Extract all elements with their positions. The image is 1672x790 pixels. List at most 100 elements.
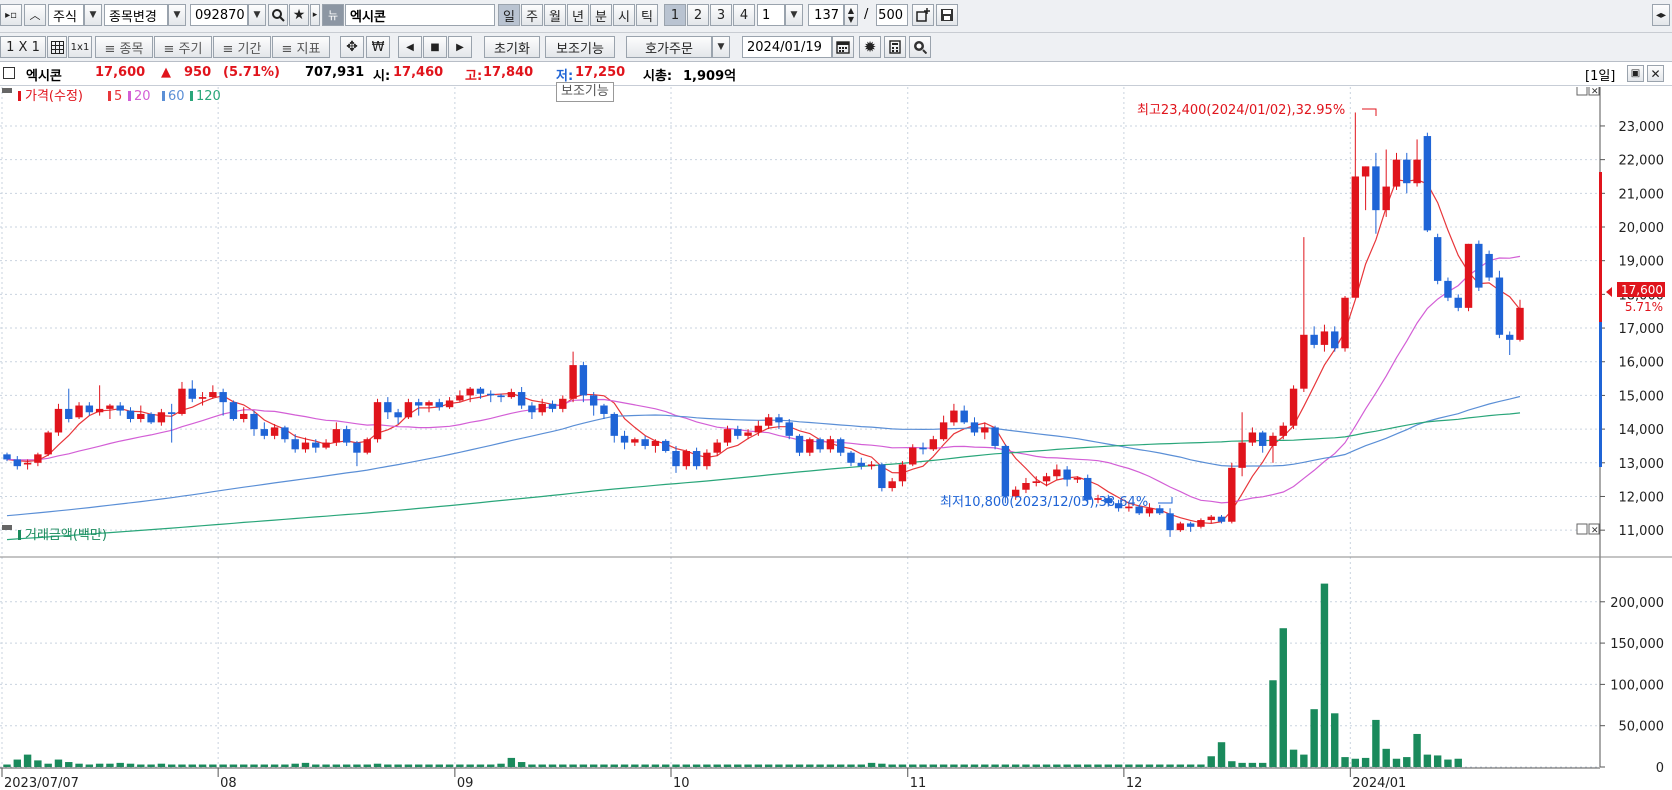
search-button[interactable] (268, 4, 288, 26)
total-count-field[interactable]: 500 (876, 4, 908, 26)
order-book-label: 호가주문 (645, 41, 693, 57)
move-tool-button[interactable]: ✥ (340, 36, 364, 58)
tab-period-minute-label: 분 (595, 9, 607, 25)
layout-button[interactable]: 1 X 1 (0, 36, 46, 58)
candle-body (960, 410, 968, 423)
candle-body (754, 425, 763, 433)
stock-code-input[interactable]: 092870 (190, 4, 248, 26)
volume-bar (517, 762, 526, 767)
candle-body (106, 405, 114, 409)
item-menu-button[interactable]: ≡ 종목 (95, 36, 153, 58)
save-button[interactable] (936, 4, 958, 26)
chart-canvas[interactable]: 가격(수정) 5 20 60 120 ✕ 최고23,400(2024/01/02… (0, 87, 1672, 790)
market-select[interactable]: 주식 (48, 4, 84, 26)
indicator-menu-button[interactable]: ≡ 지표 (272, 36, 330, 58)
volume-bar (1258, 762, 1267, 767)
single-layout-button[interactable]: 1x1 (68, 36, 92, 58)
stop-button[interactable]: ■ (423, 36, 447, 58)
multiplier-select[interactable]: 1 (757, 4, 785, 26)
collapse-button[interactable]: ︿ (24, 4, 46, 26)
count-spinner[interactable]: ▲ ▼ (844, 4, 858, 26)
price-panel-handle-icon[interactable] (2, 88, 12, 93)
candle-body (167, 412, 176, 414)
volume-axis: 200,000 150,000 100,000 50,000 0 (1600, 596, 1664, 776)
tab-multiplier-4[interactable]: 4 (733, 4, 755, 26)
candle-body (75, 405, 83, 418)
candle-body (466, 388, 474, 396)
select-checkbox[interactable] (3, 67, 15, 79)
zoom-button[interactable] (909, 36, 931, 58)
market-cap: 1,909억 (683, 69, 737, 84)
won-unit-button[interactable]: ₩ (366, 36, 390, 58)
tab-period-week[interactable]: 주 (521, 4, 543, 26)
favorite-menu-button[interactable]: ▸ (310, 4, 320, 26)
tab-multiplier-3[interactable]: 3 (710, 4, 732, 26)
candle-body (764, 417, 773, 426)
volume-bar (404, 764, 413, 767)
count-input[interactable]: 137 (808, 4, 844, 26)
price-panel-max-button[interactable] (1576, 87, 1588, 96)
legend-price-marker (18, 91, 21, 101)
calendar-button[interactable] (832, 36, 854, 58)
tab-multiplier-2[interactable]: 2 (687, 4, 709, 26)
news-button[interactable]: 뉴 (322, 4, 344, 26)
time-axis-label: 12 (1126, 776, 1143, 790)
scroll-left-button[interactable]: ◀ (398, 36, 422, 58)
period-menu-button[interactable]: ≡ 주기 (154, 36, 212, 58)
indicator-menu-label: ≡ 지표 (281, 41, 321, 57)
candle-body (1063, 469, 1071, 480)
volume-bar (137, 764, 145, 767)
candle-body (1351, 176, 1360, 298)
candle-body (116, 405, 124, 411)
scroll-right-button[interactable]: ▶ (448, 36, 472, 58)
tab-period-month[interactable]: 월 (544, 4, 566, 26)
candle-body (1331, 331, 1339, 349)
candle-body (414, 402, 423, 406)
candle-body (425, 402, 433, 406)
volume-bar (1217, 742, 1226, 767)
volume-bar (229, 764, 238, 767)
multiplier-dropdown-button[interactable]: ▼ (785, 4, 803, 26)
grid-layout-button[interactable] (47, 36, 67, 58)
price-axis-label: 15,000 (1619, 389, 1665, 404)
aux-function-button[interactable]: 보조기능 (545, 36, 615, 58)
tab-period-year[interactable]: 년 (567, 4, 589, 26)
candle-body (538, 403, 546, 413)
maximize-button[interactable]: ▣ (1627, 65, 1644, 82)
volume-bar (1403, 757, 1411, 767)
tab-period-day[interactable]: 일 (498, 4, 520, 26)
order-book-button[interactable]: 호가주문 (626, 36, 712, 58)
tab-multiplier-1[interactable]: 1 (664, 4, 686, 26)
candle-body (1176, 523, 1185, 531)
tab-period-minute[interactable]: 분 (590, 4, 612, 26)
volume-bar (775, 764, 783, 767)
candle-body (847, 452, 855, 463)
add-window-button[interactable] (912, 4, 934, 26)
window-side-button[interactable]: ◂▸ (1652, 4, 1670, 26)
candle-body (1022, 483, 1030, 490)
volume-panel-handle-icon[interactable] (2, 525, 12, 530)
favorite-button[interactable]: ★ (289, 4, 309, 26)
stock-code-dropdown-button[interactable]: ▼ (248, 4, 266, 26)
candle-body (579, 365, 588, 396)
period-tag: [1일] (1585, 69, 1616, 84)
order-dropdown-button[interactable]: ▼ (712, 36, 730, 58)
settings-button[interactable]: ✹ (859, 36, 881, 58)
range-menu-button[interactable]: ≡ 기간 (213, 36, 271, 58)
reset-button[interactable]: 초기화 (484, 36, 540, 58)
total-count-value: 500 (878, 7, 903, 23)
market-dropdown-button[interactable]: ▼ (84, 4, 102, 26)
date-input[interactable]: 2024/01/19 (742, 36, 832, 58)
volume-bar (65, 762, 73, 767)
panel-toggle-button[interactable]: ▸▫ (0, 4, 22, 26)
change-stock-select[interactable]: 종목변경 (104, 4, 168, 26)
tab-period-tick[interactable]: 틱 (636, 4, 658, 26)
volume-bar (610, 764, 618, 767)
close-button[interactable]: ✕ (1647, 65, 1664, 82)
volume-bar (764, 764, 773, 767)
change-stock-dropdown-button[interactable]: ▼ (168, 4, 186, 26)
volume-panel-max-button[interactable] (1576, 523, 1588, 535)
calculator-button[interactable] (884, 36, 906, 58)
tab-period-hour[interactable]: 시 (613, 4, 635, 26)
candle-body (54, 408, 63, 433)
